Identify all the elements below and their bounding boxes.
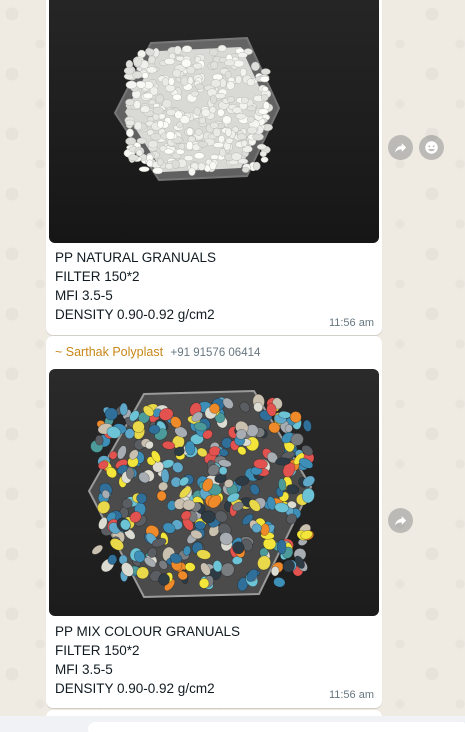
forward-icon bbox=[394, 516, 407, 526]
message-caption: PP NATURAL GRANUALS FILTER 150*2 MFI 3.5… bbox=[55, 248, 374, 324]
message-time: 11:56 am bbox=[328, 689, 374, 701]
caption-line: MFI 3.5-5 bbox=[55, 662, 113, 677]
emoji-icon bbox=[425, 141, 438, 154]
react-button[interactable] bbox=[419, 135, 444, 160]
forward-button[interactable] bbox=[388, 508, 413, 533]
chat-messages-pane[interactable]: PP NATURAL GRANUALS FILTER 150*2 MFI 3.5… bbox=[0, 0, 465, 732]
message-image-mix-colour-granules[interactable] bbox=[49, 369, 379, 616]
caption-line: PP MIX COLOUR GRANUALS bbox=[55, 624, 241, 639]
message-caption: PP MIX COLOUR GRANUALS FILTER 150*2 MFI … bbox=[55, 622, 374, 698]
forward-button[interactable] bbox=[388, 135, 413, 160]
sender-phone: +91 91576 06414 bbox=[170, 347, 261, 359]
caption-line: MFI 3.5-5 bbox=[55, 288, 113, 303]
message-input[interactable] bbox=[88, 722, 465, 732]
caption-line: DENSITY 0.90-0.92 g/cm2 bbox=[55, 681, 215, 696]
message-time: 11:56 am bbox=[328, 317, 374, 329]
message-image-natural-granules[interactable] bbox=[49, 0, 379, 243]
forward-icon bbox=[394, 143, 407, 153]
sender-name[interactable]: ~ Sarthak Polyplast bbox=[55, 345, 163, 359]
caption-line: PP NATURAL GRANUALS bbox=[55, 250, 217, 265]
message-bubble[interactable]: PP NATURAL GRANUALS FILTER 150*2 MFI 3.5… bbox=[46, 0, 382, 335]
message-sender[interactable]: ~ Sarthak Polyplast +91 91576 06414 bbox=[55, 345, 260, 359]
caption-line: FILTER 150*2 bbox=[55, 643, 140, 658]
message-bubble[interactable]: ~ Sarthak Polyplast +91 91576 06414 PP M… bbox=[46, 336, 382, 708]
caption-line: DENSITY 0.90-0.92 g/cm2 bbox=[55, 307, 215, 322]
caption-line: FILTER 150*2 bbox=[55, 269, 140, 284]
